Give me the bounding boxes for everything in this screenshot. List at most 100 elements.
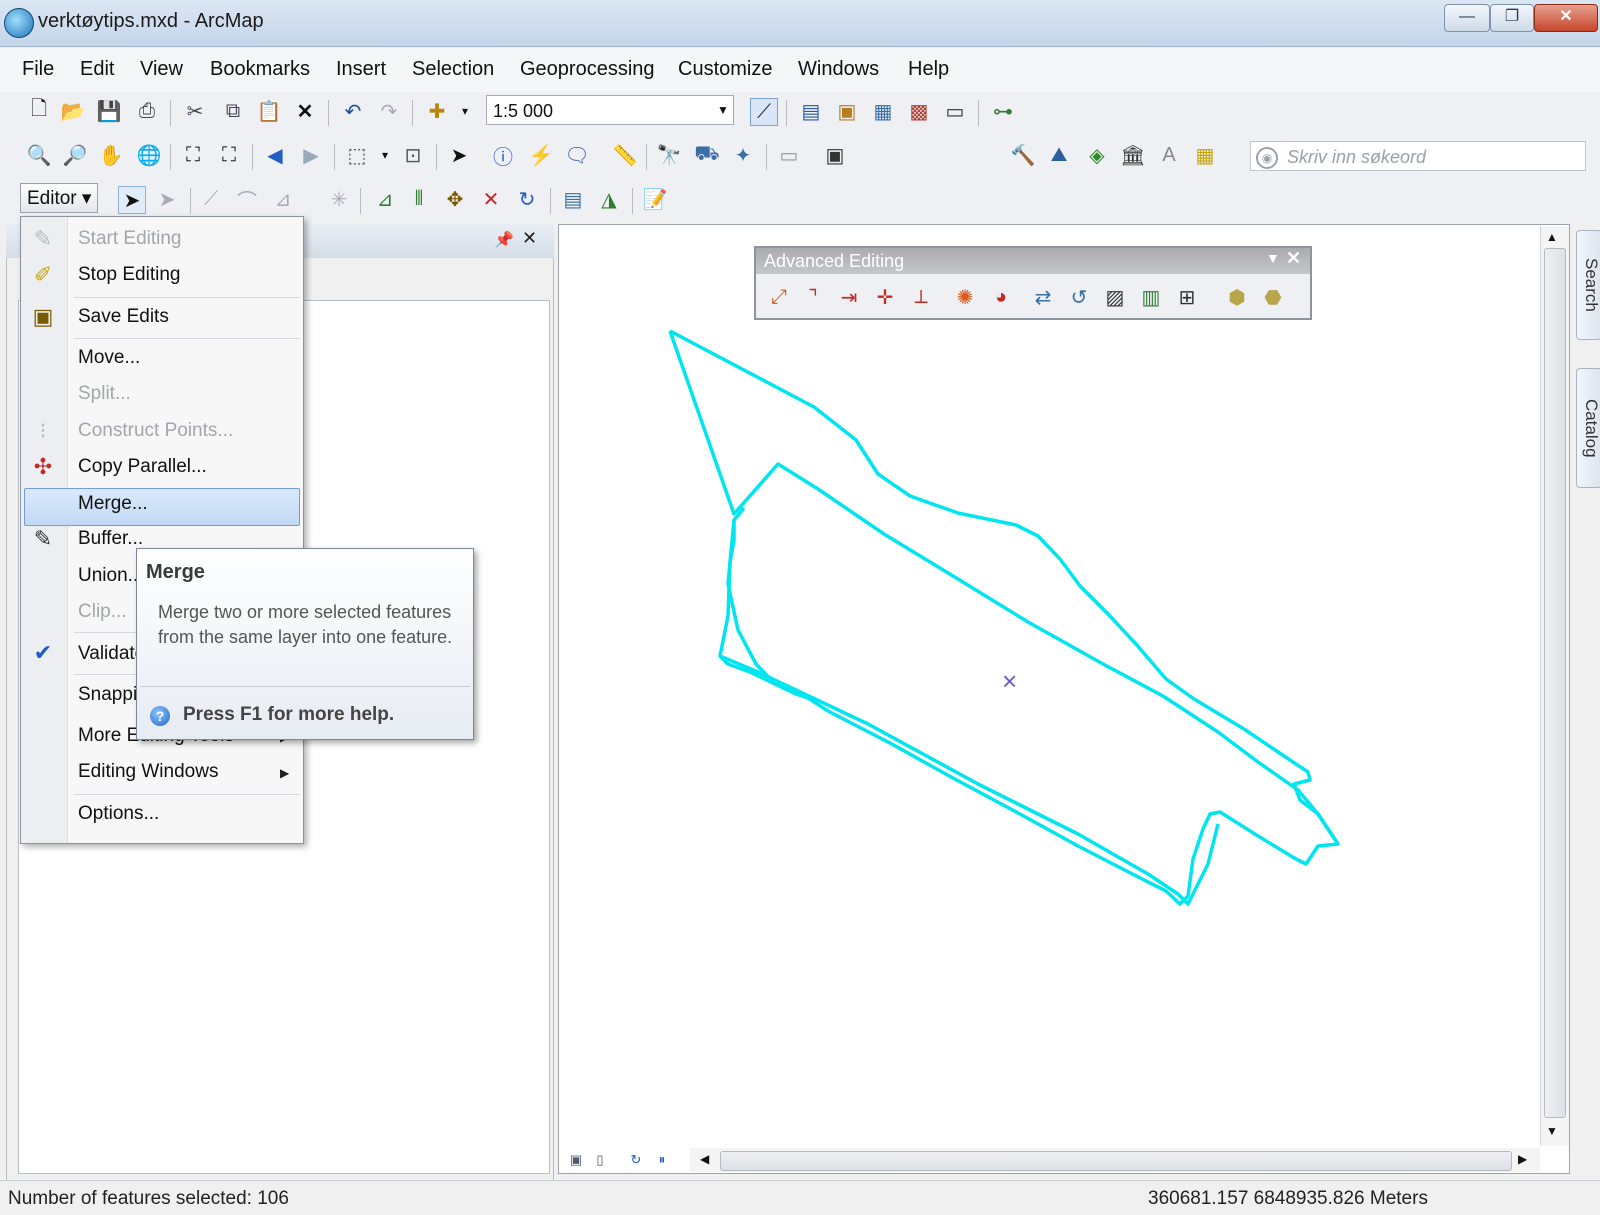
menu-union[interactable]: Union... [78,565,143,587]
pin-icon[interactable]: 📌 [494,230,514,250]
buildings-icon[interactable]: 🏛 [1120,142,1146,168]
zoom-in-icon[interactable]: 🔍 [26,142,52,168]
measure-icon[interactable]: 📏 [612,142,638,168]
edit-tool-icon[interactable]: ➤ [118,186,146,214]
paste-icon[interactable]: 📋 [256,98,282,124]
menu-insert[interactable]: Insert [336,58,386,81]
identify-icon[interactable]: ⓘ [490,142,516,169]
align-to-shape-icon[interactable]: ⇄ [1030,284,1056,310]
refresh-icon[interactable]: ↻ [626,1152,646,1170]
select-dropdown-icon[interactable]: ▾ [372,142,398,168]
point-icon[interactable]: ✳ [326,186,352,212]
end-point-arc-icon[interactable]: ⌒ [234,186,260,213]
pan-icon[interactable]: ✋ [98,142,124,168]
vertical-scroll-thumb[interactable] [1544,248,1566,1118]
create-viewer-window-icon[interactable]: ▣ [822,142,848,168]
geocode-icon[interactable]: ⛰ [1046,142,1072,168]
create-features-icon[interactable]: 📝 [642,186,668,212]
menu-start-editing[interactable]: Start Editing [78,228,182,250]
save-icon[interactable]: 💾 [96,98,122,124]
toolbar-close-icon[interactable]: ✕ [1286,248,1301,269]
replace-geometry-icon[interactable]: ↺ [1066,284,1092,310]
generalize-icon[interactable]: ⬢ [1224,284,1250,310]
menu-bookmarks[interactable]: Bookmarks [210,58,310,81]
reshape-feature-icon[interactable]: ⫴ [406,186,432,212]
layout-view-icon[interactable]: ▯ [590,1152,610,1170]
menu-windows[interactable]: Windows [798,58,879,81]
copy-features-icon[interactable]: ⤢ [766,284,792,310]
add-data-icon[interactable]: ✚ [424,98,450,124]
menu-copy-parallel[interactable]: Copy Parallel... [78,456,207,478]
data-view-icon[interactable]: ▣ [566,1152,586,1170]
new-document-icon[interactable]: 🗋 [26,98,52,124]
cut-icon[interactable]: ✂ [182,98,208,124]
arctoolbox-icon[interactable]: ▩ [906,98,932,124]
fixed-zoom-out-icon[interactable]: ⛶ [216,142,242,168]
full-extent-icon[interactable]: 🌐 [136,142,162,168]
straight-segment-icon[interactable]: ⟋ [198,186,224,212]
scroll-right-icon[interactable]: ▶ [1518,1152,1527,1166]
menu-move[interactable]: Move... [78,347,140,369]
layer-icon[interactable]: ◈ [1084,142,1110,168]
menu-edit[interactable]: Edit [80,58,114,81]
delete-icon[interactable]: ✕ [292,98,318,124]
menu-save-edits[interactable]: Save Edits [78,306,169,328]
construct-geodetic-icon[interactable]: ◕ [988,284,1014,310]
arcmap-app-icon[interactable] [4,8,34,38]
menu-selection[interactable]: Selection [412,58,494,81]
menu-file[interactable]: File [22,58,54,81]
menu-buffer[interactable]: Buffer... [78,528,143,550]
sketch-properties-icon[interactable]: ◮ [596,186,622,212]
menu-view[interactable]: View [140,58,183,81]
attributes-icon[interactable]: ▤ [560,186,586,212]
menu-customize[interactable]: Customize [678,58,772,81]
clear-selection-icon[interactable]: ⊡ [400,142,426,168]
catalog-window-icon[interactable]: ▣ [834,98,860,124]
explode-multipart-icon[interactable]: ✺ [952,284,978,310]
search-input[interactable]: Skriv inn søkeord [1250,141,1586,171]
select-features-icon[interactable]: ⬚ [344,142,370,168]
rotate-tool-icon[interactable]: ↻ [514,186,540,212]
open-folder-icon[interactable]: 📂 [60,98,86,124]
maximize-button[interactable]: ❐ [1490,4,1534,32]
split-tool-icon[interactable]: ✕ [478,186,504,212]
model-builder-icon[interactable]: ⊶ [990,98,1016,124]
select-elements-icon[interactable]: ➤ [446,142,472,168]
scroll-down-icon[interactable]: ▼ [1546,1124,1558,1138]
horizontal-scroll-thumb[interactable] [720,1151,1512,1171]
menu-clip[interactable]: Clip... [78,601,127,623]
building-grid-icon[interactable]: ▦ [1192,142,1218,168]
scroll-up-icon[interactable]: ▲ [1546,230,1558,244]
menu-options[interactable]: Options... [78,803,159,825]
print-icon[interactable]: ⎙ [134,98,160,124]
construct-polygons-icon[interactable]: ▨ [1102,284,1128,310]
menu-help[interactable]: Help [908,58,949,81]
editor-toolbar-toggle-icon[interactable]: ⟋ [750,98,778,126]
redo-icon[interactable]: ↷ [376,98,402,124]
table-window-icon[interactable]: ▤ [798,98,824,124]
copy-icon[interactable]: ⧉ [220,98,246,124]
menu-stop-editing[interactable]: Stop Editing [78,264,180,286]
edit-vertices-icon[interactable]: ⊿ [372,186,398,212]
menu-merge[interactable]: Merge... [78,493,148,515]
trim-icon[interactable]: ✛ [872,284,898,310]
html-popup-icon[interactable]: 🗨 [564,142,590,168]
planarize-lines-icon[interactable]: ⊞ [1174,284,1200,310]
trace-icon[interactable]: ⊿ [270,186,296,212]
editor-menu-button[interactable]: Editor ▾ [20,183,98,213]
fixed-zoom-in-icon[interactable]: ⛶ [180,142,206,168]
map-scale-input[interactable]: 1:5 000 [486,95,734,125]
fillet-icon[interactable]: ⌝ [800,284,826,310]
menu-editing-windows[interactable]: Editing Windows [78,761,218,783]
toc-close-icon[interactable]: ✕ [522,228,537,249]
label-icon[interactable]: A [1156,142,1182,168]
next-extent-icon[interactable]: ▶ [298,142,324,168]
undo-icon[interactable]: ↶ [340,98,366,124]
add-data-dropdown-icon[interactable]: ▾ [452,98,478,124]
line-intersection-icon[interactable]: ⟂ [908,284,934,310]
previous-extent-icon[interactable]: ◀ [262,142,288,168]
smooth-icon[interactable]: ⬣ [1260,284,1286,310]
menu-split[interactable]: Split... [78,383,131,405]
scroll-left-icon[interactable]: ◀ [700,1152,709,1166]
split-polygons-icon[interactable]: ▥ [1138,284,1164,310]
